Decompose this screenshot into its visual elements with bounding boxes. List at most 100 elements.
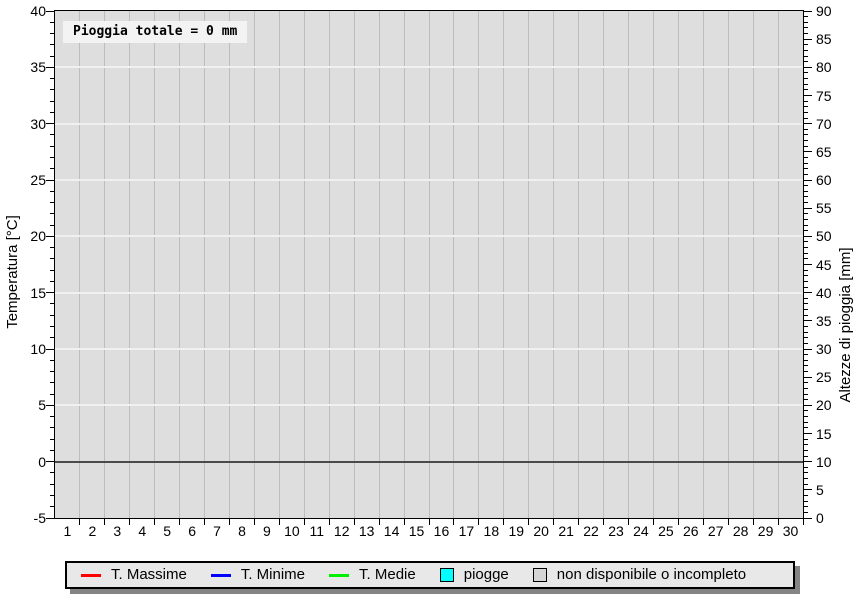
right-minor-tick — [804, 56, 808, 57]
right-minor-tick — [804, 343, 808, 344]
right-major-tick — [804, 123, 812, 124]
legend-item: T. Minime — [211, 566, 305, 584]
right-tick-label: 15 — [816, 426, 852, 442]
left-major-tick — [46, 180, 54, 181]
right-minor-tick — [804, 270, 808, 271]
left-minor-tick — [50, 439, 54, 440]
zero-degree-line — [55, 461, 803, 463]
right-minor-tick — [804, 112, 808, 113]
right-tick-label: 45 — [816, 257, 852, 273]
right-minor-tick — [804, 219, 808, 220]
right-minor-tick — [804, 84, 808, 85]
right-major-tick — [804, 95, 812, 96]
left-minor-tick — [50, 303, 54, 304]
right-tick-label: 10 — [816, 454, 852, 470]
legend-line-marker — [329, 574, 349, 577]
left-minor-tick — [50, 33, 54, 34]
x-day-label: 9 — [254, 523, 280, 539]
day-gridline — [478, 11, 479, 518]
x-day-label: 12 — [329, 523, 355, 539]
x-day-label: 20 — [528, 523, 554, 539]
right-minor-tick — [804, 146, 808, 147]
legend-item: piogge — [440, 566, 509, 584]
right-minor-tick — [804, 118, 808, 119]
right-minor-tick — [804, 191, 808, 192]
legend-item-label: piogge — [464, 566, 509, 584]
right-tick-label: 40 — [816, 285, 852, 301]
legend-line-marker — [211, 574, 231, 577]
day-gridline — [354, 11, 355, 518]
legend-item: T. Massime — [81, 566, 187, 584]
left-minor-tick — [50, 472, 54, 473]
left-minor-tick — [50, 78, 54, 79]
left-minor-tick — [50, 315, 54, 316]
right-minor-tick — [804, 16, 808, 17]
legend-line-marker — [81, 574, 101, 577]
day-gridline — [453, 11, 454, 518]
legend-item-label: T. Massime — [111, 566, 187, 584]
right-minor-tick — [804, 365, 808, 366]
day-gridline — [329, 11, 330, 518]
right-minor-tick — [804, 225, 808, 226]
day-gridline — [528, 11, 529, 518]
right-minor-tick — [804, 213, 808, 214]
right-minor-tick — [804, 247, 808, 248]
day-gridline — [503, 11, 504, 518]
legend-item: non disponibile o incompleto — [533, 566, 746, 584]
right-minor-tick — [804, 501, 808, 502]
x-day-label: 11 — [304, 523, 330, 539]
left-minor-tick — [50, 382, 54, 383]
legend-square-marker — [440, 568, 454, 582]
right-major-tick — [804, 39, 812, 40]
day-gridline — [653, 11, 654, 518]
x-day-label: 3 — [104, 523, 130, 539]
left-minor-tick — [50, 337, 54, 338]
left-minor-tick — [50, 416, 54, 417]
day-gridline — [129, 11, 130, 518]
day-gridline — [279, 11, 280, 518]
right-tick-label: 85 — [816, 31, 852, 47]
right-minor-tick — [804, 281, 808, 282]
left-tick-label: 10 — [10, 341, 46, 357]
rain-total-annotation: Pioggia totale = 0 mm — [63, 21, 247, 43]
left-minor-tick — [50, 394, 54, 395]
left-minor-tick — [50, 213, 54, 214]
left-minor-tick — [50, 281, 54, 282]
left-major-tick — [46, 67, 54, 68]
left-tick-label: 30 — [10, 116, 46, 132]
left-minor-tick — [50, 134, 54, 135]
right-tick-label: 80 — [816, 59, 852, 75]
temp-gridline — [55, 123, 803, 125]
right-minor-tick — [804, 360, 808, 361]
left-minor-tick — [50, 450, 54, 451]
left-major-tick — [46, 292, 54, 293]
left-tick-label: 40 — [10, 3, 46, 19]
x-day-label: 17 — [453, 523, 479, 539]
left-major-tick — [46, 123, 54, 124]
left-minor-tick — [50, 168, 54, 169]
right-minor-tick — [804, 337, 808, 338]
right-major-tick — [804, 349, 812, 350]
left-major-tick — [46, 11, 54, 12]
right-tick-label: 35 — [816, 313, 852, 329]
legend-items: T. MassimeT. MinimeT. Mediepioggenon dis… — [67, 566, 746, 584]
left-tick-label: 20 — [10, 228, 46, 244]
x-day-label: 4 — [129, 523, 155, 539]
right-minor-tick — [804, 472, 808, 473]
left-minor-tick — [50, 56, 54, 57]
right-minor-tick — [804, 332, 808, 333]
left-minor-tick — [50, 44, 54, 45]
right-minor-tick — [804, 157, 808, 158]
right-minor-tick — [804, 202, 808, 203]
right-minor-tick — [804, 134, 808, 135]
right-minor-tick — [804, 129, 808, 130]
day-gridline — [204, 11, 205, 518]
day-gridline — [703, 11, 704, 518]
right-tick-label: 75 — [816, 88, 852, 104]
x-day-label: 2 — [79, 523, 105, 539]
right-major-tick — [804, 67, 812, 68]
left-minor-tick — [50, 157, 54, 158]
right-minor-tick — [804, 450, 808, 451]
right-minor-tick — [804, 174, 808, 175]
day-gridline — [154, 11, 155, 518]
